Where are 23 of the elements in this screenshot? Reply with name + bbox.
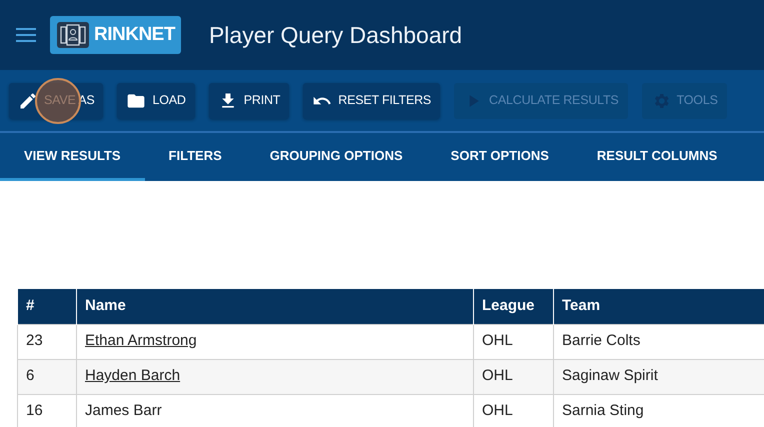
table-cell: OHL xyxy=(474,359,554,394)
player-link[interactable]: Ethan Armstrong xyxy=(85,332,197,350)
column-header: # xyxy=(18,289,76,324)
table-cell: Barrie Colts xyxy=(554,324,764,359)
column-header: Team xyxy=(554,289,764,324)
player-link[interactable]: Hayden Barch xyxy=(85,367,180,384)
page-title: Player Query Dashboard xyxy=(208,20,462,50)
toolbar-button[interactable]: LOAD xyxy=(117,82,195,118)
tab[interactable]: GROUPING OPTIONS xyxy=(246,133,427,181)
tab[interactable]: VIEW RESULTS xyxy=(0,133,145,181)
toolbar-button[interactable]: RESET FILTERS xyxy=(303,82,440,118)
column-header: Name xyxy=(76,289,474,324)
column-header: League xyxy=(474,289,554,324)
tab[interactable]: RESULT COLUMNS xyxy=(572,133,742,181)
toolbar-button[interactable]: PRINT xyxy=(208,82,290,118)
logo-text: RINKNET xyxy=(94,22,175,47)
tab[interactable]: FILTERS xyxy=(144,133,246,181)
table-cell: 6 xyxy=(18,359,76,394)
table-cell: 16 xyxy=(18,394,76,427)
tab[interactable]: SORT OPTIONS xyxy=(426,133,573,181)
table-cell: 23 xyxy=(18,324,76,359)
table-cell: OHL xyxy=(474,324,554,359)
table-cell: Saginaw Spirit xyxy=(554,359,764,394)
